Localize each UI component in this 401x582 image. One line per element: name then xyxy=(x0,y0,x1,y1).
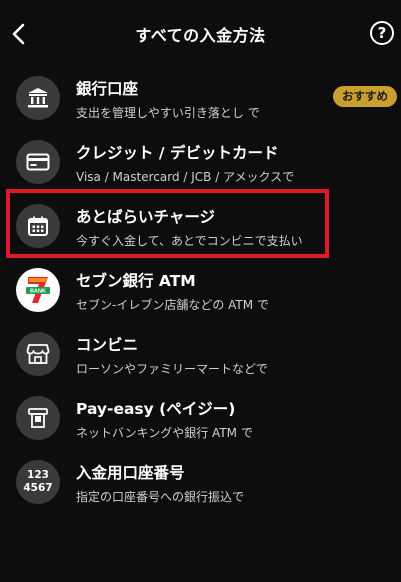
method-description: 今すぐ入金して、あとでコンビニで支払い xyxy=(76,234,303,248)
method-description: ローソンやファミリーマートなどで xyxy=(76,362,268,376)
method-description: 指定の口座番号への銀行振込で xyxy=(76,490,245,504)
payment-method-list: 銀行口座 支出を管理しやすい引き落とし で おすすめ クレジット / デビットカ… xyxy=(0,66,401,514)
method-label: あとばらいチャージ xyxy=(76,208,216,226)
store-icon xyxy=(16,332,60,376)
icon-number-top: 123 xyxy=(27,469,49,481)
credit-card-icon xyxy=(16,140,60,184)
header: すべての入金方法 ? xyxy=(0,0,401,66)
method-label: 入金用口座番号 xyxy=(76,464,185,482)
help-button[interactable]: ? xyxy=(370,21,394,45)
atm-icon xyxy=(16,396,60,440)
method-deferred-charge[interactable]: あとばらいチャージ 今すぐ入金して、あとでコンビニで支払い xyxy=(0,194,401,258)
method-description: セブン-イレブン店舗などの ATM で xyxy=(76,298,269,312)
method-label: Pay-easy (ペイジー) xyxy=(76,400,236,418)
method-label: 銀行口座 xyxy=(76,80,139,98)
method-description: ネットバンキングや銀行 ATM で xyxy=(76,426,253,440)
recommended-badge: おすすめ xyxy=(333,86,397,107)
method-label: コンビニ xyxy=(76,336,139,354)
screen: すべての入金方法 ? 銀行口座 支出を管理しやすい引き落とし で おすすめ クレ… xyxy=(0,0,401,582)
question-mark-icon: ? xyxy=(377,23,387,42)
method-convenience-store[interactable]: コンビニ ローソンやファミリーマートなどで xyxy=(0,322,401,386)
account-number-icon: 123 4567 xyxy=(16,460,60,504)
page-title: すべての入金方法 xyxy=(135,26,266,45)
calendar-icon xyxy=(16,204,60,248)
seven-bank-logo-icon: BANK xyxy=(16,268,60,312)
method-bank-account[interactable]: 銀行口座 支出を管理しやすい引き落とし で おすすめ xyxy=(0,66,401,130)
bank-icon xyxy=(16,76,60,120)
method-account-number[interactable]: 123 4567 入金用口座番号 指定の口座番号への銀行振込で xyxy=(0,450,401,514)
method-pay-easy[interactable]: Pay-easy (ペイジー) ネットバンキングや銀行 ATM で xyxy=(0,386,401,450)
method-seven-bank-atm[interactable]: BANK セブン銀行 ATM セブン-イレブン店舗などの ATM で xyxy=(0,258,401,322)
svg-text:BANK: BANK xyxy=(30,289,46,295)
method-description: 支出を管理しやすい引き落とし で xyxy=(76,106,260,120)
method-label: セブン銀行 ATM xyxy=(76,272,196,290)
icon-number-bottom: 4567 xyxy=(23,482,53,494)
method-label: クレジット / デビットカード xyxy=(76,144,279,162)
method-credit-card[interactable]: クレジット / デビットカード Visa / Mastercard / JCB … xyxy=(0,130,401,194)
method-description: Visa / Mastercard / JCB / アメックスで xyxy=(76,170,295,184)
